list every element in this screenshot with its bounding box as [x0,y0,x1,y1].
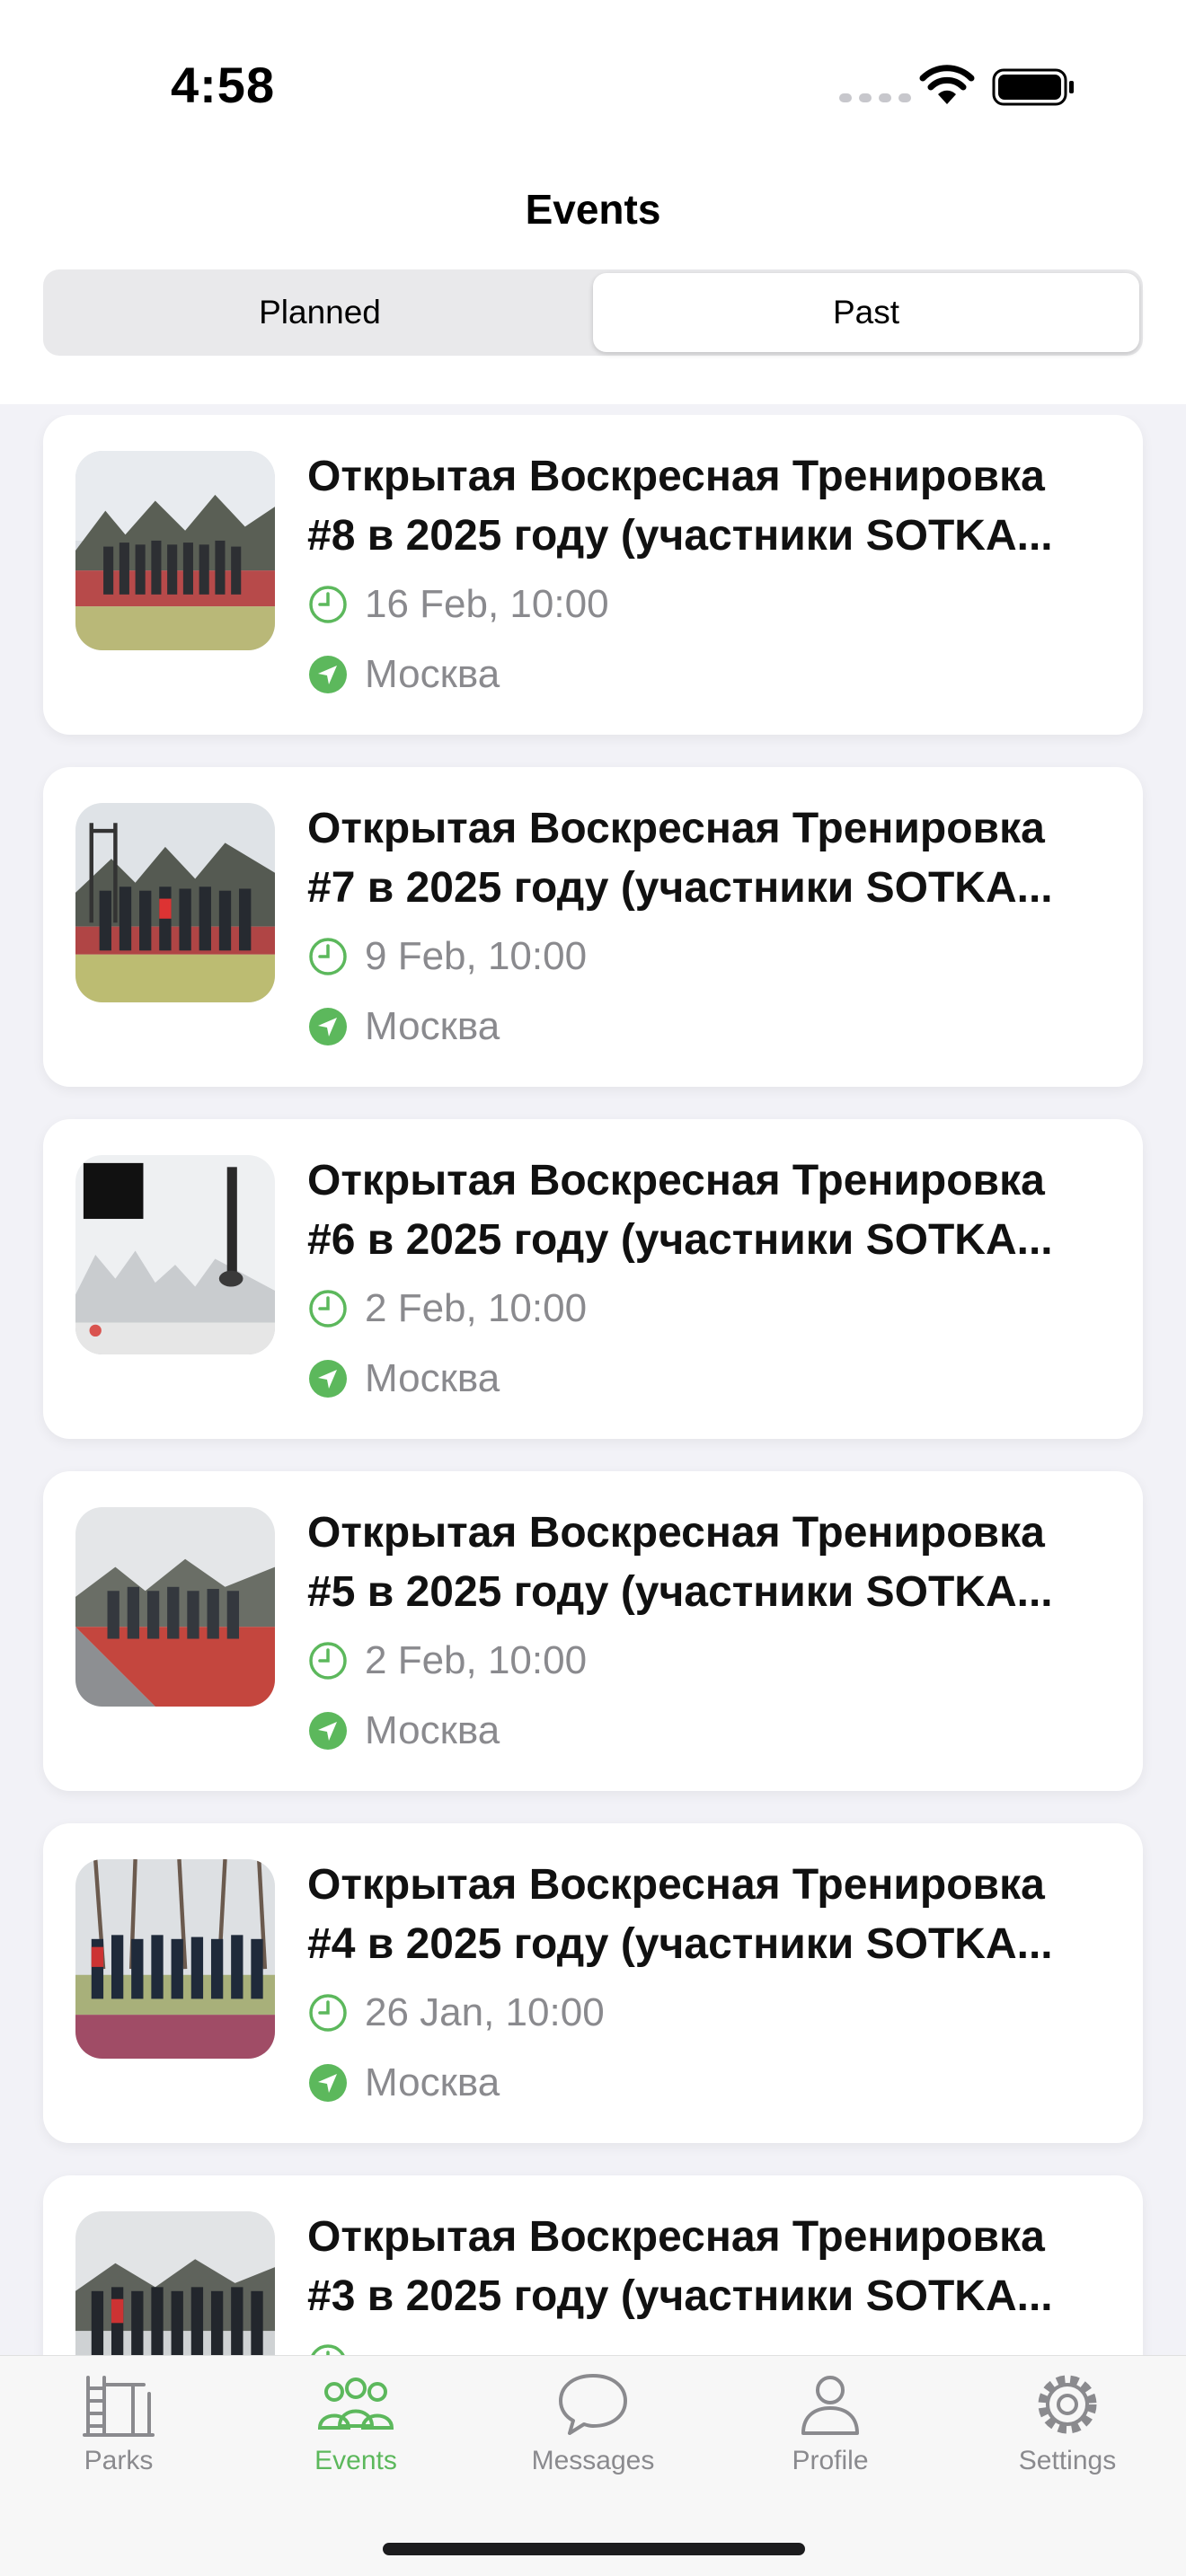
event-title: Открытая Воскресная Тренировка #7 в 2025… [307,805,1053,912]
events-segmented-control: Planned Past [43,269,1143,356]
event-photo [75,451,275,650]
location-arrow-icon [309,2064,347,2102]
location-arrow-icon [309,1712,347,1750]
clock-icon [309,1290,347,1328]
event-photo [75,1859,275,2059]
tab-parks[interactable]: Parks [0,2369,237,2494]
segment-past[interactable]: Past [593,273,1139,352]
location-arrow-icon [309,1360,347,1398]
event-location: Москва [307,2060,500,2105]
event-date: 2 Feb, 10:00 [307,1286,587,1331]
battery-icon [992,68,1074,106]
tab-events[interactable]: Events [237,2369,474,2494]
event-card[interactable]: Открытая Воскресная Тренировка #7 в 2025… [43,767,1143,1087]
clock-icon [309,938,347,975]
profile-icon [801,2376,859,2435]
tab-messages[interactable]: Messages [474,2369,712,2494]
segment-planned[interactable]: Planned [47,273,593,352]
event-date: 26 Jan, 10:00 [307,1990,605,2035]
event-card[interactable]: Открытая Воскресная Тренировка #8 в 2025… [43,415,1143,735]
home-indicator[interactable] [383,2543,805,2555]
tab-label: Events [314,2446,397,2475]
clock-icon [309,1994,347,2032]
clock-icon [311,2344,345,2355]
event-card[interactable]: Открытая Воскресная Тренировка #5 в 2025… [43,1471,1143,1791]
parks-icon [83,2376,155,2437]
event-date: 16 Feb, 10:00 [307,582,609,627]
event-title: Открытая Воскресная Тренировка #4 в 2025… [307,1861,1053,1968]
event-location: Москва [307,652,500,697]
event-date: 9 Feb, 10:00 [307,934,587,979]
event-title: Открытая Воскресная Тренировка #8 в 2025… [307,453,1053,560]
events-icon [317,2378,394,2430]
event-location: Москва [307,1004,500,1049]
messages-icon [559,2374,627,2435]
event-photo [75,1507,275,1707]
event-location: Москва [307,1356,500,1401]
event-date [307,2342,365,2355]
page-title: Events [525,186,661,233]
location-arrow-icon [309,656,347,693]
clock-icon [309,586,347,623]
events-screen: 4:58 Events Planned Past Открытая Воскре… [0,0,1186,2576]
tab-label: Profile [792,2446,869,2475]
tab-label: Messages [531,2446,655,2475]
settings-icon [1038,2375,1097,2434]
status-time: 4:58 [171,57,276,113]
status-bar: 4:58 [0,0,1186,162]
event-title: Открытая Воскресная Тренировка #3 в 2025… [307,2213,1053,2320]
tab-profile[interactable]: Profile [712,2369,949,2494]
clock-icon [309,1642,347,1680]
events-list[interactable]: Открытая Воскресная Тренировка #8 в 2025… [0,415,1186,2355]
event-date: 2 Feb, 10:00 [307,1638,587,1683]
wifi-icon [919,65,975,104]
navigation-header: Events Planned Past [0,162,1186,404]
cellular-signal-icon [839,93,911,102]
event-card[interactable]: Открытая Воскресная Тренировка #3 в 2025… [43,2175,1143,2355]
tab-label: Settings [1018,2446,1117,2475]
tab-bar: Parks Events Messages Profile Settings [0,2355,1186,2576]
event-photo [75,803,275,1002]
tab-settings[interactable]: Settings [949,2369,1186,2494]
event-title: Открытая Воскресная Тренировка #6 в 2025… [307,1157,1053,1264]
location-arrow-icon [309,1008,347,1045]
event-location: Москва [307,1708,500,1753]
event-card[interactable]: Открытая Воскресная Тренировка #4 в 2025… [43,1823,1143,2143]
event-title: Открытая Воскресная Тренировка #5 в 2025… [307,1509,1053,1616]
event-card[interactable]: Открытая Воскресная Тренировка #6 в 2025… [43,1119,1143,1439]
event-photo [75,1155,275,1354]
event-photo [75,2211,275,2355]
tab-label: Parks [84,2446,154,2475]
